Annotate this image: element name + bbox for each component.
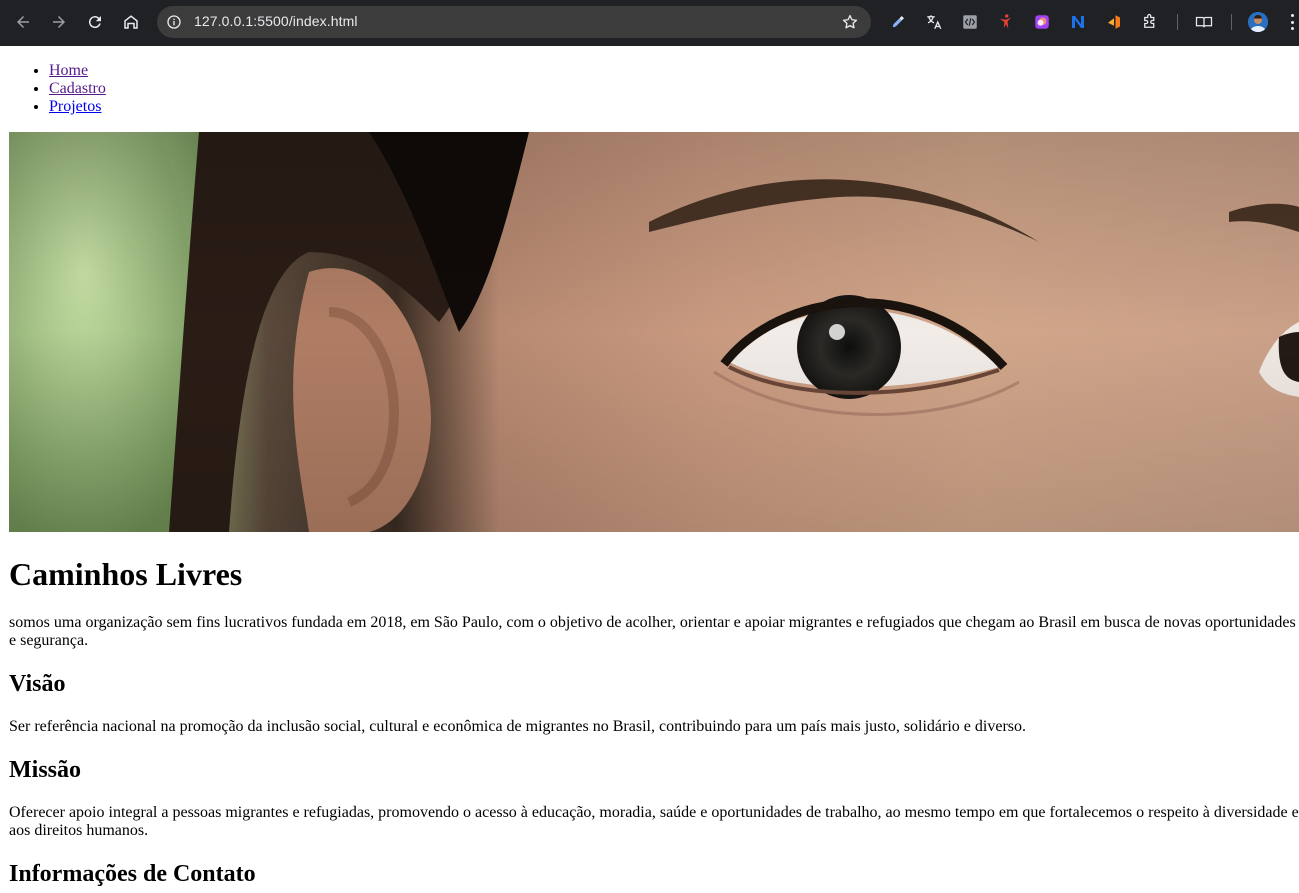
main-nav: Home Cadastro Projetos — [9, 62, 1299, 116]
site-info-icon[interactable] — [165, 13, 183, 31]
vision-paragraph: Ser referência nacional na promoção da i… — [9, 718, 1027, 735]
contact-heading: Informações de Contato — [9, 861, 256, 887]
nav-item: Projetos — [49, 98, 1299, 116]
hero-image — [9, 132, 1299, 532]
mission-heading: Missão — [9, 757, 81, 783]
nav-list: Home Cadastro Projetos — [9, 62, 1299, 116]
page-title: Caminhos Livres — [9, 556, 243, 592]
dancer-extension-icon[interactable] — [995, 11, 1017, 33]
nav-item: Cadastro — [49, 80, 1299, 98]
reading-list-icon[interactable] — [1193, 11, 1215, 33]
home-icon[interactable] — [117, 8, 145, 36]
profile-avatar[interactable] — [1248, 12, 1268, 32]
nav-item: Home — [49, 62, 1299, 80]
url-text[interactable]: 127.0.0.1:5500/index.html — [194, 13, 358, 29]
reload-icon[interactable] — [81, 8, 109, 36]
main-content: Caminhos Livres somos uma organização se… — [9, 556, 1299, 888]
nav-link-cadastro[interactable]: Cadastro — [49, 80, 106, 97]
mission-paragraph: Oferecer apoio integral a pessoas migran… — [9, 804, 1299, 839]
color-extension-icon[interactable] — [1031, 11, 1053, 33]
translate-extension-icon[interactable] — [923, 11, 945, 33]
code-extension-icon[interactable] — [959, 11, 981, 33]
hero-photo-face-closeup — [9, 132, 1299, 532]
address-bar[interactable]: 127.0.0.1:5500/index.html — [157, 6, 871, 38]
eyedropper-extension-icon[interactable] — [887, 11, 909, 33]
browser-toolbar: 127.0.0.1:5500/index.html — [0, 0, 1299, 46]
web-page: Home Cadastro Projetos — [0, 46, 1299, 893]
extensions-puzzle-icon[interactable] — [1139, 11, 1161, 33]
forward-icon[interactable] — [45, 8, 73, 36]
nav-link-home[interactable]: Home — [49, 62, 88, 79]
nav-link-projetos[interactable]: Projetos — [49, 98, 101, 115]
back-icon[interactable] — [9, 8, 37, 36]
vision-heading: Visão — [9, 671, 66, 697]
menu-kebab-icon[interactable] — [1287, 12, 1297, 32]
n-extension-icon[interactable] — [1067, 11, 1089, 33]
bookmark-star-icon[interactable] — [841, 13, 859, 31]
toolbar-divider — [1231, 14, 1232, 30]
intro-paragraph: somos uma organização sem fins lucrativo… — [9, 614, 1296, 649]
toolbar-divider — [1177, 14, 1178, 30]
builder-extension-icon[interactable] — [1103, 11, 1125, 33]
